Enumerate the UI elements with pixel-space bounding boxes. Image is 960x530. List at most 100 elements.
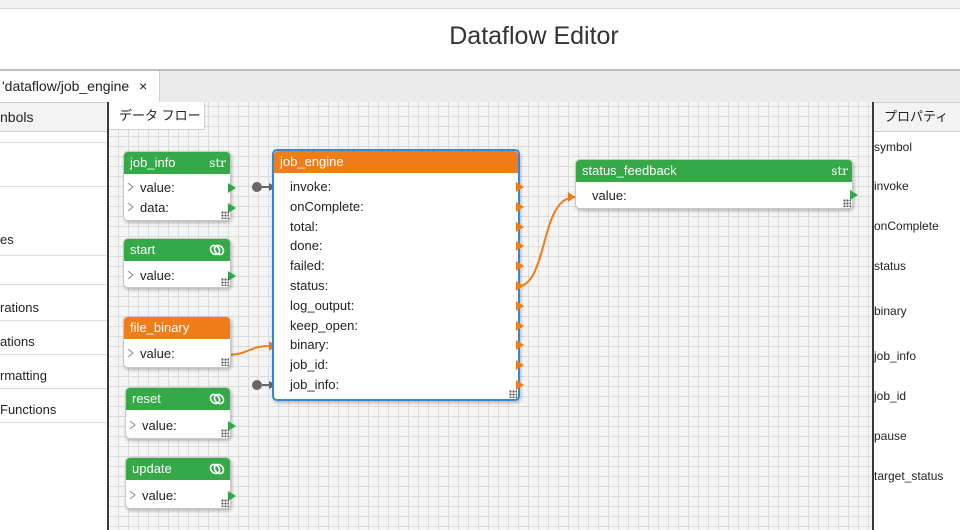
node-update[interactable]: update value: [125, 457, 236, 509]
divider [0, 422, 107, 423]
divider [0, 255, 107, 256]
property-item[interactable]: onComplete [874, 219, 939, 233]
node-header[interactable]: reset [126, 388, 230, 410]
symbols-category-item[interactable]: rmatting [0, 368, 107, 383]
dataflow-canvas[interactable]: データ フロー job_info str value: data: start … [109, 102, 872, 530]
output-port-icon[interactable] [228, 271, 236, 281]
output-port-icon[interactable] [516, 201, 524, 212]
output-port-icon[interactable] [516, 300, 524, 311]
output-port-icon[interactable] [516, 221, 524, 232]
node-title: start [130, 242, 156, 257]
input-chevron-icon [127, 183, 134, 191]
output-port-icon[interactable] [516, 320, 524, 331]
port-label: value: [142, 488, 177, 503]
port-label: value: [142, 418, 177, 433]
close-icon[interactable]: × [139, 71, 147, 102]
node-header[interactable]: update [126, 458, 230, 480]
output-port-icon[interactable] [228, 183, 236, 193]
input-chevron-icon [127, 349, 134, 357]
port-label: failed: [290, 258, 325, 274]
output-port-icon[interactable] [850, 190, 858, 200]
port-label: job_info: [290, 377, 340, 392]
output-port-icon[interactable] [516, 380, 524, 390]
output-port-icon[interactable] [516, 281, 524, 291]
properties-panel-header: プロパティ [874, 102, 960, 132]
resize-handle[interactable] [509, 390, 517, 398]
resize-handle[interactable] [221, 358, 229, 366]
input-chevron-icon [127, 203, 134, 211]
app-title: Dataflow Editor [449, 22, 619, 50]
divider [0, 142, 107, 143]
input-chevron-icon [129, 421, 136, 429]
properties-panel: プロパティ symbol invoke onComplete status bi… [874, 102, 960, 530]
port-label: job_id: [290, 357, 329, 373]
node-type-label: str [831, 164, 848, 178]
divider [0, 388, 107, 389]
port-label: value: [140, 180, 175, 195]
symbols-category-item[interactable]: Functions [0, 402, 107, 417]
inport-connector-icon [252, 380, 262, 390]
node-header[interactable]: job_engine [274, 151, 518, 173]
output-port-icon[interactable] [516, 261, 524, 272]
property-item[interactable]: invoke [874, 179, 909, 193]
resize-handle[interactable] [843, 199, 851, 207]
node-file-binary[interactable]: file_binary value: [123, 316, 231, 368]
node-title: job_info [130, 155, 176, 170]
divider [0, 186, 107, 187]
node-header[interactable]: job_info str [124, 152, 230, 174]
property-item[interactable]: job_info [874, 349, 916, 363]
resize-handle[interactable] [221, 211, 229, 219]
input-chevron-icon [129, 491, 136, 499]
port-label: log_output: [290, 297, 355, 313]
output-port-icon[interactable] [516, 340, 524, 351]
node-start[interactable]: start value: [123, 238, 236, 288]
property-item[interactable]: status [874, 259, 906, 273]
property-item[interactable]: pause [874, 429, 907, 443]
property-item[interactable]: binary [874, 304, 907, 318]
output-port-icon[interactable] [516, 360, 524, 371]
resize-handle[interactable] [221, 429, 229, 437]
link-icon [209, 393, 225, 405]
editor-tab-label: 'dataflow/job_engine [2, 78, 130, 94]
port-label: keep_open: [290, 317, 358, 333]
port-label: value: [592, 188, 627, 203]
port-label: binary: [290, 337, 330, 353]
property-item[interactable]: symbol [874, 140, 912, 154]
output-port-icon[interactable] [228, 491, 236, 501]
property-item[interactable]: target_status [874, 469, 943, 483]
output-port-icon[interactable] [516, 182, 524, 192]
editor-tab[interactable]: 'dataflow/job_engine × [0, 71, 160, 102]
link-icon [209, 244, 225, 256]
node-reset[interactable]: reset value: [125, 387, 236, 439]
node-title: file_binary [130, 320, 190, 335]
node-status-feedback[interactable]: status_feedback str value: [575, 159, 858, 209]
output-port-icon[interactable] [228, 421, 236, 431]
symbols-category-item[interactable]: ations [0, 334, 107, 349]
node-header[interactable]: start [124, 239, 230, 261]
symbols-category-item[interactable]: rations [0, 300, 107, 315]
property-item[interactable]: job_id [874, 389, 906, 403]
symbols-panel: nbols es rations ations rmatting Functio… [0, 102, 107, 530]
node-header[interactable]: status_feedback str [576, 160, 852, 182]
divider [0, 284, 107, 285]
link-icon [209, 463, 225, 475]
divider [0, 320, 107, 321]
node-job-info[interactable]: job_info str value: data: [123, 151, 236, 221]
port-label: value: [140, 346, 175, 361]
output-port-icon[interactable] [228, 203, 236, 213]
top-strip [0, 0, 960, 9]
resize-handle[interactable] [221, 499, 229, 507]
node-header[interactable]: file_binary [124, 317, 230, 339]
wire-status-to-status-feedback [515, 196, 576, 288]
port-label: onComplete: [290, 198, 364, 214]
port-label: data: [140, 200, 169, 215]
port-label: done: [290, 238, 323, 254]
node-job-engine[interactable]: job_engine invoke: onComplete: total: done:… [272, 149, 524, 401]
node-title: update [132, 461, 172, 476]
port-label: status: [290, 278, 329, 293]
output-port-icon[interactable] [516, 241, 524, 252]
symbols-category-item[interactable]: es [0, 232, 107, 247]
node-title: status_feedback [582, 163, 677, 178]
symbols-panel-header: nbols [0, 102, 107, 132]
resize-handle[interactable] [221, 278, 229, 286]
